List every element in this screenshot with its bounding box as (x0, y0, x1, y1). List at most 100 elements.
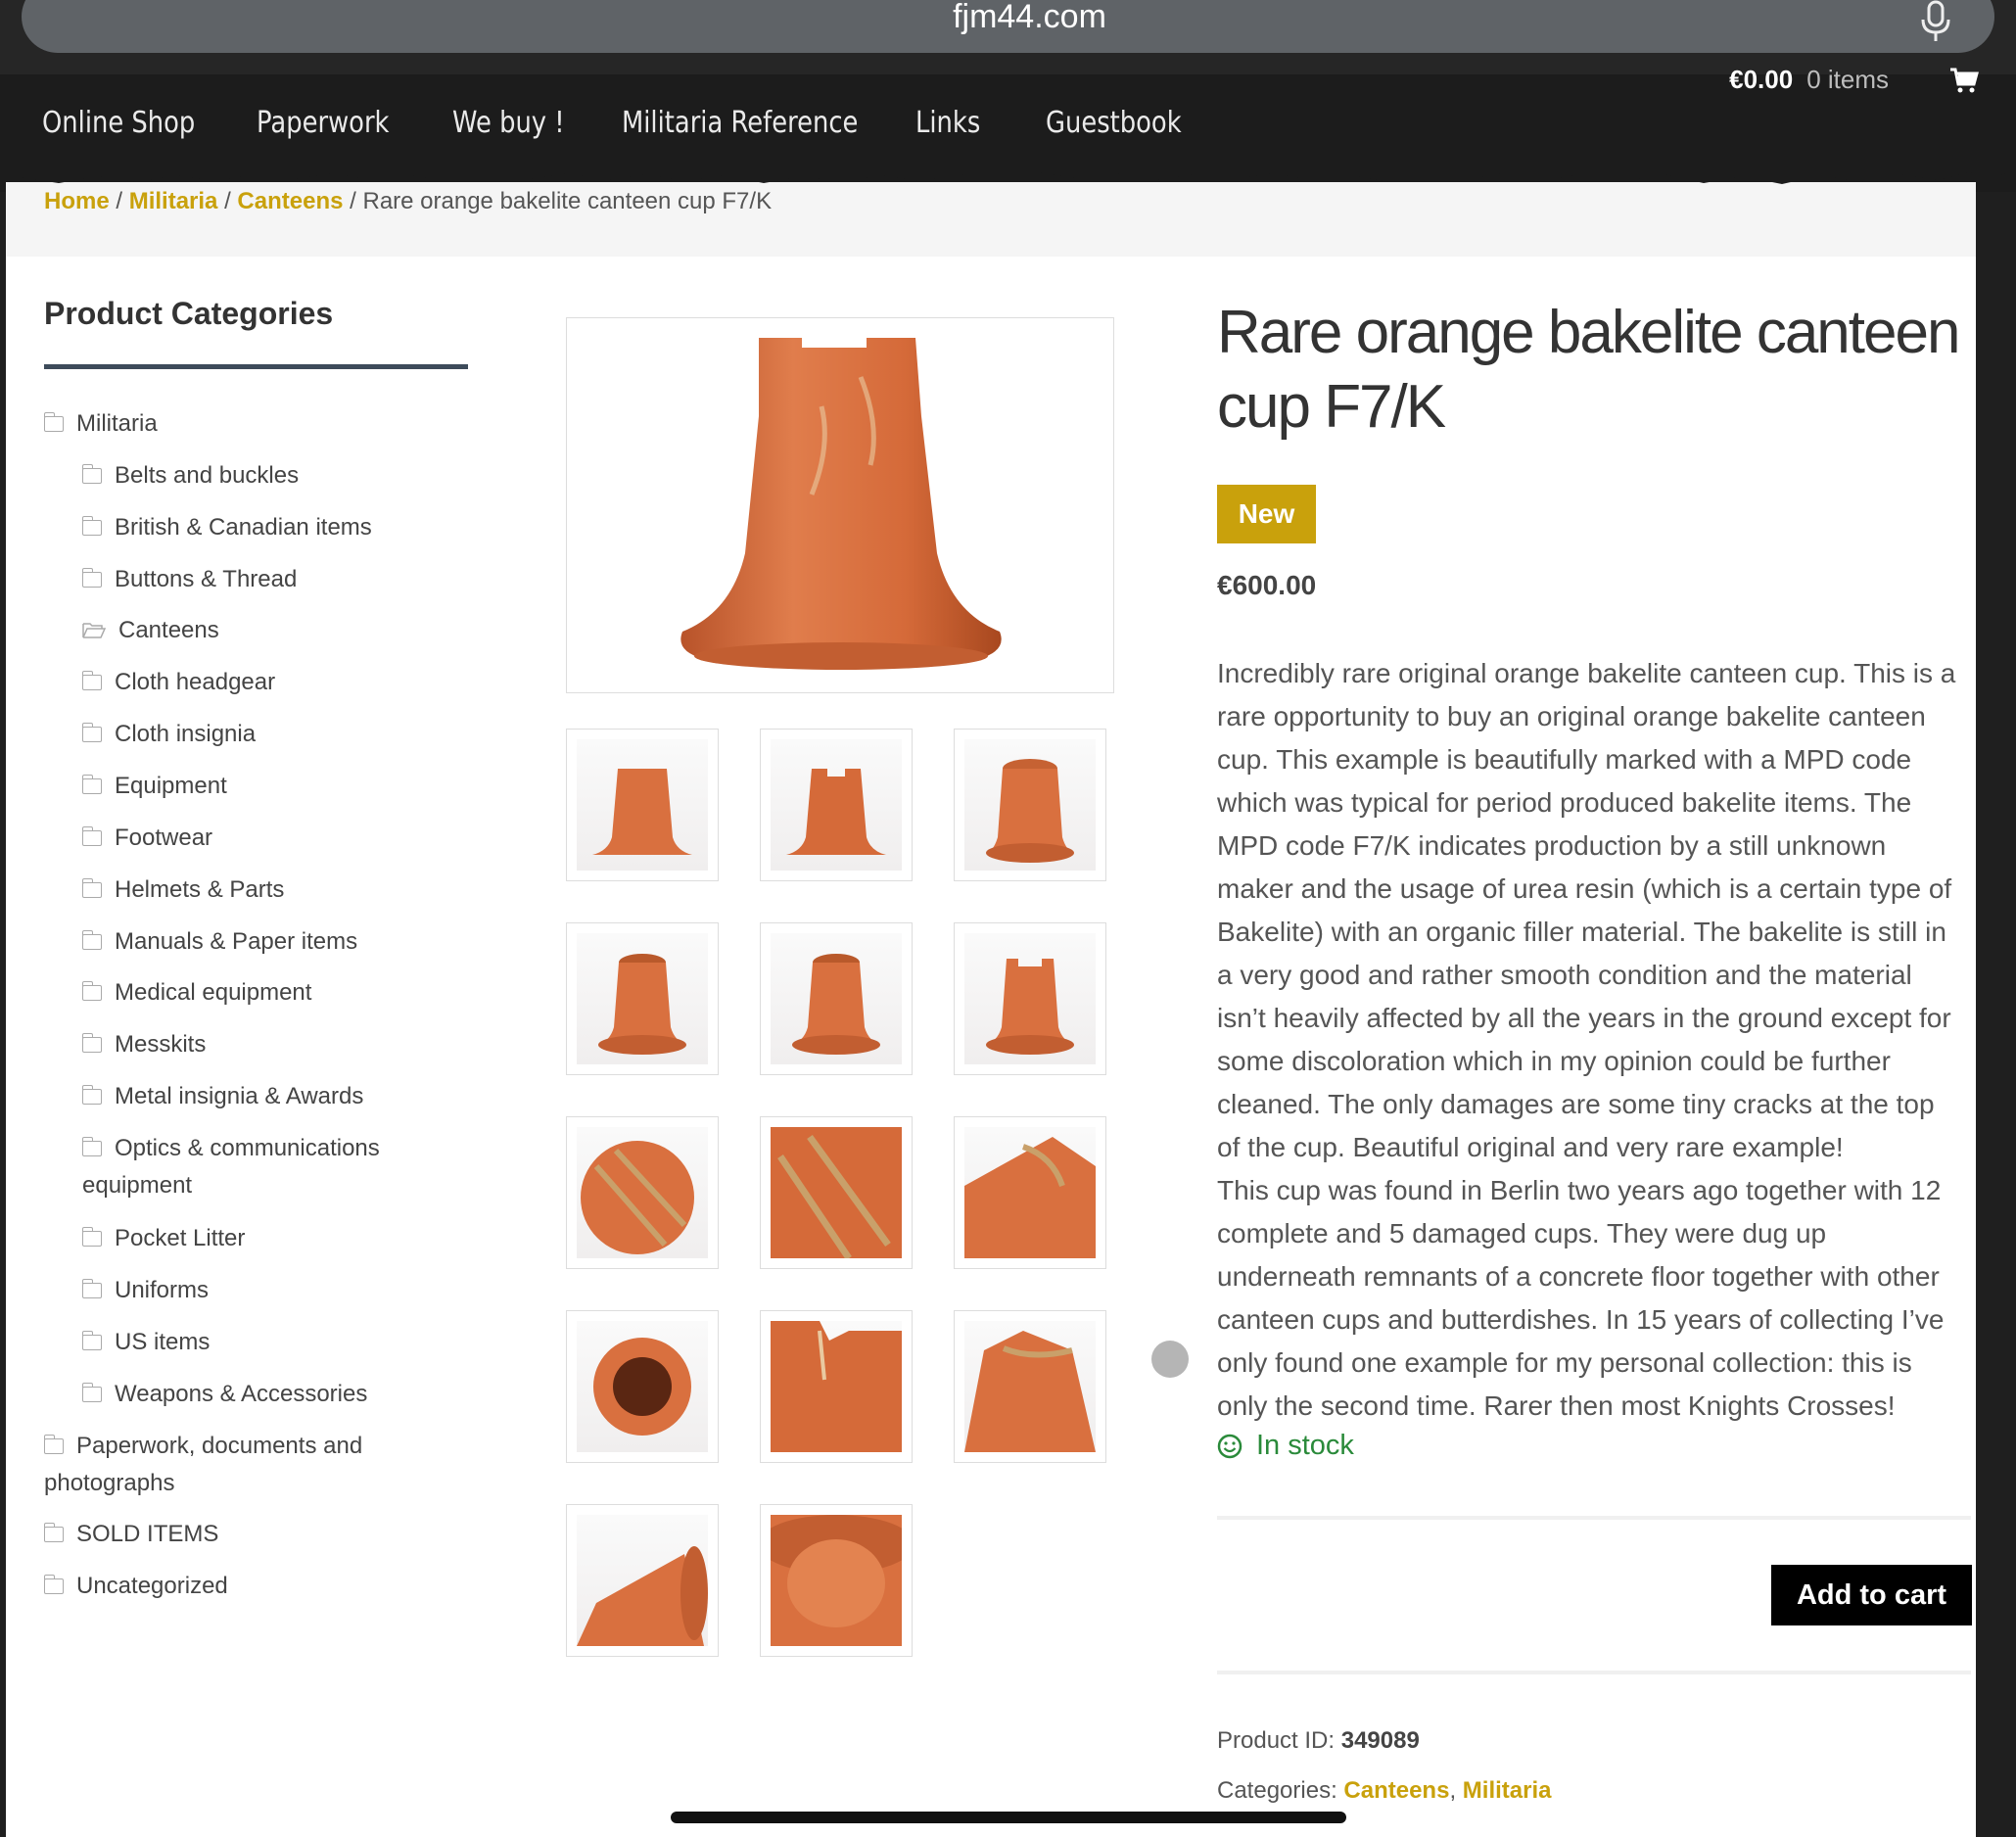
breadcrumb-canteens[interactable]: Canteens (237, 188, 343, 214)
folder-icon (81, 1137, 102, 1156)
breadcrumb-home[interactable]: Home (44, 188, 110, 214)
home-indicator[interactable] (671, 1812, 1346, 1823)
product-thumbnail[interactable] (760, 1310, 913, 1463)
nav-we-buy[interactable]: We buy ! (452, 106, 565, 140)
nav-militaria-reference[interactable]: Militaria Reference (622, 106, 858, 140)
folder-icon (81, 1227, 102, 1247)
product-title: Rare orange bakelite canteen cup F7/K (1217, 299, 1960, 441)
product-thumbnail[interactable] (760, 729, 913, 881)
product-thumbnail[interactable] (954, 1116, 1106, 1269)
folder-icon (81, 878, 102, 898)
category-pocket-litter[interactable]: Pocket Litter (81, 1225, 245, 1252)
folder-icon (81, 516, 102, 536)
cup-base-thumb (581, 1141, 694, 1254)
category-canteens[interactable]: Canteens (82, 617, 219, 644)
add-to-cart-button[interactable]: Add to cart (1771, 1565, 1972, 1625)
cup-top-angle-thumb (986, 759, 1074, 863)
divider (1217, 1671, 1971, 1674)
category-buttons-thread[interactable]: Buttons & Thread (81, 566, 297, 593)
category-sold-items[interactable]: SOLD ITEMS (43, 1521, 218, 1548)
category-paperwork-line2[interactable]: photographs (44, 1470, 174, 1497)
product-thumbnail[interactable] (566, 1310, 719, 1463)
category-link-militaria[interactable]: Militaria (1463, 1777, 1552, 1804)
cup-crack-closeup-thumb (771, 1321, 902, 1452)
category-link-canteens[interactable]: Canteens (1343, 1777, 1449, 1804)
assistive-touch-button[interactable] (1151, 1341, 1189, 1378)
nav-paperwork[interactable]: Paperwork (257, 106, 390, 140)
product-price: €600.00 (1217, 570, 1317, 600)
category-cloth-headgear[interactable]: Cloth headgear (81, 669, 275, 696)
nav-guestbook[interactable]: Guestbook (1046, 106, 1182, 140)
address-bar[interactable]: fjm44.com (22, 0, 1994, 53)
folder-open-icon (82, 623, 106, 638)
category-messkits[interactable]: Messkits (81, 1031, 206, 1059)
category-uncategorized[interactable]: Uncategorized (43, 1573, 228, 1600)
breadcrumb: Home / Militaria / Canteens / Rare orang… (44, 188, 773, 214)
folder-icon (81, 775, 102, 794)
category-medical-equipment[interactable]: Medical equipment (81, 979, 311, 1007)
breadcrumb-militaria[interactable]: Militaria (129, 188, 218, 214)
category-metal-insignia[interactable]: Metal insignia & Awards (81, 1083, 363, 1110)
cup-lying-thumb (577, 1546, 708, 1646)
product-thumbnail[interactable] (760, 1504, 913, 1657)
folder-icon (81, 930, 102, 950)
category-helmets-parts[interactable]: Helmets & Parts (81, 876, 284, 904)
folder-icon (43, 1435, 64, 1454)
microphone-icon[interactable] (1916, 0, 1955, 43)
folder-icon (81, 826, 102, 846)
category-optics-communications[interactable]: Optics & communications (81, 1135, 380, 1162)
product-main-image[interactable] (566, 317, 1114, 693)
smiley-icon (1217, 1434, 1242, 1458)
folder-icon (43, 1575, 64, 1594)
product-categories: Categories: Canteens, Militaria (1217, 1777, 1552, 1804)
cup-angle-thumb (598, 954, 686, 1055)
cup-angle-thumb (792, 954, 880, 1055)
folder-icon (81, 1033, 102, 1053)
cart-summary[interactable]: €0.00 0 items (1729, 65, 1889, 95)
product-thumbnail[interactable] (954, 1310, 1106, 1463)
sidebar-title: Product Categories (44, 296, 334, 331)
folder-icon (43, 412, 64, 432)
nav-online-shop[interactable]: Online Shop (42, 106, 195, 140)
category-optics-communications-line2[interactable]: equipment (82, 1172, 192, 1200)
cup-interior-thumb (771, 1515, 902, 1646)
folder-icon (81, 1383, 102, 1402)
canteen-cup-image (680, 338, 1002, 670)
nav-links[interactable]: Links (915, 106, 980, 140)
folder-icon (81, 1331, 102, 1350)
folder-icon (81, 671, 102, 690)
product-thumbnail[interactable] (566, 1116, 719, 1269)
category-british-canadian[interactable]: British & Canadian items (81, 514, 372, 542)
category-cloth-insignia[interactable]: Cloth insignia (81, 721, 256, 748)
product-thumbnail[interactable] (954, 922, 1106, 1075)
folder-icon (81, 568, 102, 588)
url-text: fjm44.com (953, 0, 1106, 35)
cup-inside-thumb (593, 1338, 691, 1436)
product-thumbnail[interactable] (566, 729, 719, 881)
folder-icon (81, 981, 102, 1001)
category-paperwork[interactable]: Paperwork, documents and (43, 1433, 362, 1460)
product-thumbnail[interactable] (760, 1116, 913, 1269)
product-thumbnail[interactable] (566, 922, 719, 1075)
product-thumbnail[interactable] (566, 1504, 719, 1657)
product-thumbnail[interactable] (954, 729, 1106, 881)
breadcrumb-current: Rare orange bakelite canteen cup F7/K (362, 188, 773, 214)
cup-front-thumb (592, 769, 692, 855)
category-weapons-accessories[interactable]: Weapons & Accessories (81, 1381, 367, 1408)
folder-icon (81, 723, 102, 742)
category-footwear[interactable]: Footwear (81, 824, 212, 852)
category-us-items[interactable]: US items (81, 1329, 210, 1356)
folder-icon (81, 1085, 102, 1105)
product-thumbnail[interactable] (760, 922, 913, 1075)
cup-side-thumb (786, 769, 886, 855)
category-equipment[interactable]: Equipment (81, 773, 227, 800)
category-manuals-paper[interactable]: Manuals & Paper items (81, 928, 357, 956)
folder-icon (81, 1279, 102, 1298)
shopping-cart-icon[interactable] (1949, 67, 1979, 94)
category-uniforms[interactable]: Uniforms (81, 1277, 209, 1304)
divider (1217, 1516, 1971, 1520)
cup-top-edge-thumb (964, 1331, 1096, 1452)
sidebar-divider (44, 364, 468, 369)
category-militaria[interactable]: Militaria (43, 410, 158, 438)
category-belts-and-buckles[interactable]: Belts and buckles (81, 462, 299, 490)
